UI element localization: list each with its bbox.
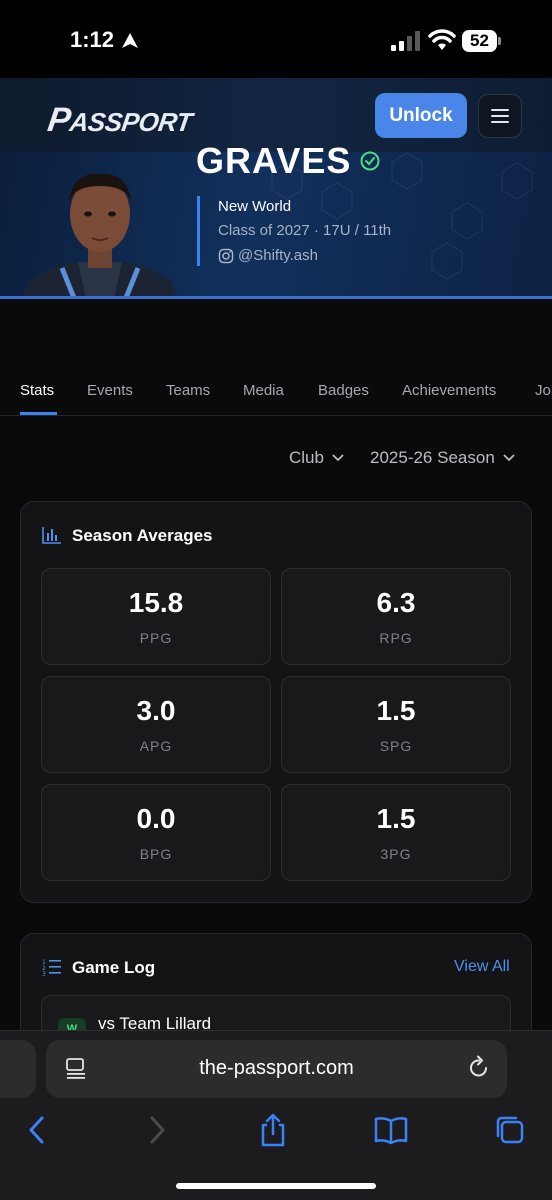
cellular-signal-icon xyxy=(391,31,420,51)
tab-media[interactable]: Media xyxy=(243,382,284,399)
stat-label: APG xyxy=(139,738,173,754)
profile-tabs: Stats Events Teams Media Badges Achievem… xyxy=(0,372,552,416)
stat-label: 3PG xyxy=(380,846,412,862)
stat-label: BPG xyxy=(139,846,173,862)
player-team: New World xyxy=(218,198,292,215)
stat-label: SPG xyxy=(379,738,413,754)
tab-teams[interactable]: Teams xyxy=(166,382,210,399)
bar-chart-icon xyxy=(42,527,61,544)
unlock-button[interactable]: Unlock xyxy=(375,93,467,138)
stat-label: PPG xyxy=(139,630,173,646)
reload-icon[interactable] xyxy=(467,1055,491,1081)
player-class-info: Class of 2027 · 17U / 11th xyxy=(218,222,392,239)
battery-level: 52 xyxy=(470,31,489,50)
chevron-down-icon xyxy=(332,454,344,462)
season-filter-label: 2025-26 Season xyxy=(370,448,495,467)
stat-label: RPG xyxy=(379,630,413,646)
player-photo xyxy=(22,173,178,298)
bookmarks-icon[interactable] xyxy=(373,1112,409,1148)
stat-value: 1.5 xyxy=(376,803,416,834)
hero-divider xyxy=(0,296,552,299)
status-time: 1:12 xyxy=(70,27,115,52)
tab-events[interactable]: Events xyxy=(87,382,133,399)
stat-value: 0.0 xyxy=(136,803,176,834)
location-arrow-icon xyxy=(122,33,138,48)
info-accent-bar xyxy=(197,196,200,266)
numbered-list-icon: 1 2 3 xyxy=(42,959,61,976)
stat-value: 15.8 xyxy=(128,587,184,618)
game-log-title: Game Log xyxy=(72,958,156,977)
view-all-link[interactable]: View All xyxy=(454,958,510,976)
stat-tile: 1.5 3PG xyxy=(281,784,511,881)
tab-achievements[interactable]: Achievements xyxy=(402,382,496,399)
wifi-icon xyxy=(428,29,456,50)
chevron-down-icon xyxy=(503,454,515,462)
stat-tile: 6.3 RPG xyxy=(281,568,511,665)
stat-tile: 3.0 APG xyxy=(41,676,271,773)
stat-tile: 1.5 SPG xyxy=(281,676,511,773)
home-indicator xyxy=(176,1183,376,1189)
stat-value: 3.0 xyxy=(136,695,176,726)
address-text[interactable]: the-passport.com xyxy=(46,1057,507,1080)
league-filter-dropdown[interactable]: Club xyxy=(289,448,344,468)
share-icon[interactable] xyxy=(255,1112,291,1148)
instagram-icon[interactable] xyxy=(218,248,234,264)
league-filter-label: Club xyxy=(289,448,324,467)
verified-check-icon xyxy=(360,151,380,171)
season-averages-title: Season Averages xyxy=(72,526,213,545)
tabs-icon[interactable] xyxy=(492,1112,528,1148)
forward-icon[interactable] xyxy=(138,1112,174,1148)
battery-indicator: 52 xyxy=(462,30,502,52)
season-filter-dropdown[interactable]: 2025-26 Season xyxy=(370,448,515,468)
menu-button[interactable] xyxy=(478,94,522,138)
status-bar: 1:12 52 xyxy=(0,0,552,78)
tab-jo[interactable]: Jo xyxy=(535,382,551,399)
back-icon[interactable] xyxy=(20,1112,56,1148)
stat-tile: 0.0 BPG xyxy=(41,784,271,881)
passport-logo[interactable]: PASSPORT xyxy=(45,101,194,140)
instagram-handle[interactable]: @Shifty.ash xyxy=(238,247,318,264)
tab-stats[interactable]: Stats xyxy=(20,382,54,399)
stat-value: 1.5 xyxy=(376,695,416,726)
player-name: GRAVES xyxy=(196,140,352,178)
tab-badges[interactable]: Badges xyxy=(318,382,369,399)
previous-tab-peek[interactable] xyxy=(0,1040,36,1098)
stat-tile: 15.8 PPG xyxy=(41,568,271,665)
active-tab-indicator xyxy=(20,412,57,415)
hamburger-icon xyxy=(491,109,509,123)
stat-value: 6.3 xyxy=(376,587,416,618)
svg-text:3: 3 xyxy=(42,971,46,976)
